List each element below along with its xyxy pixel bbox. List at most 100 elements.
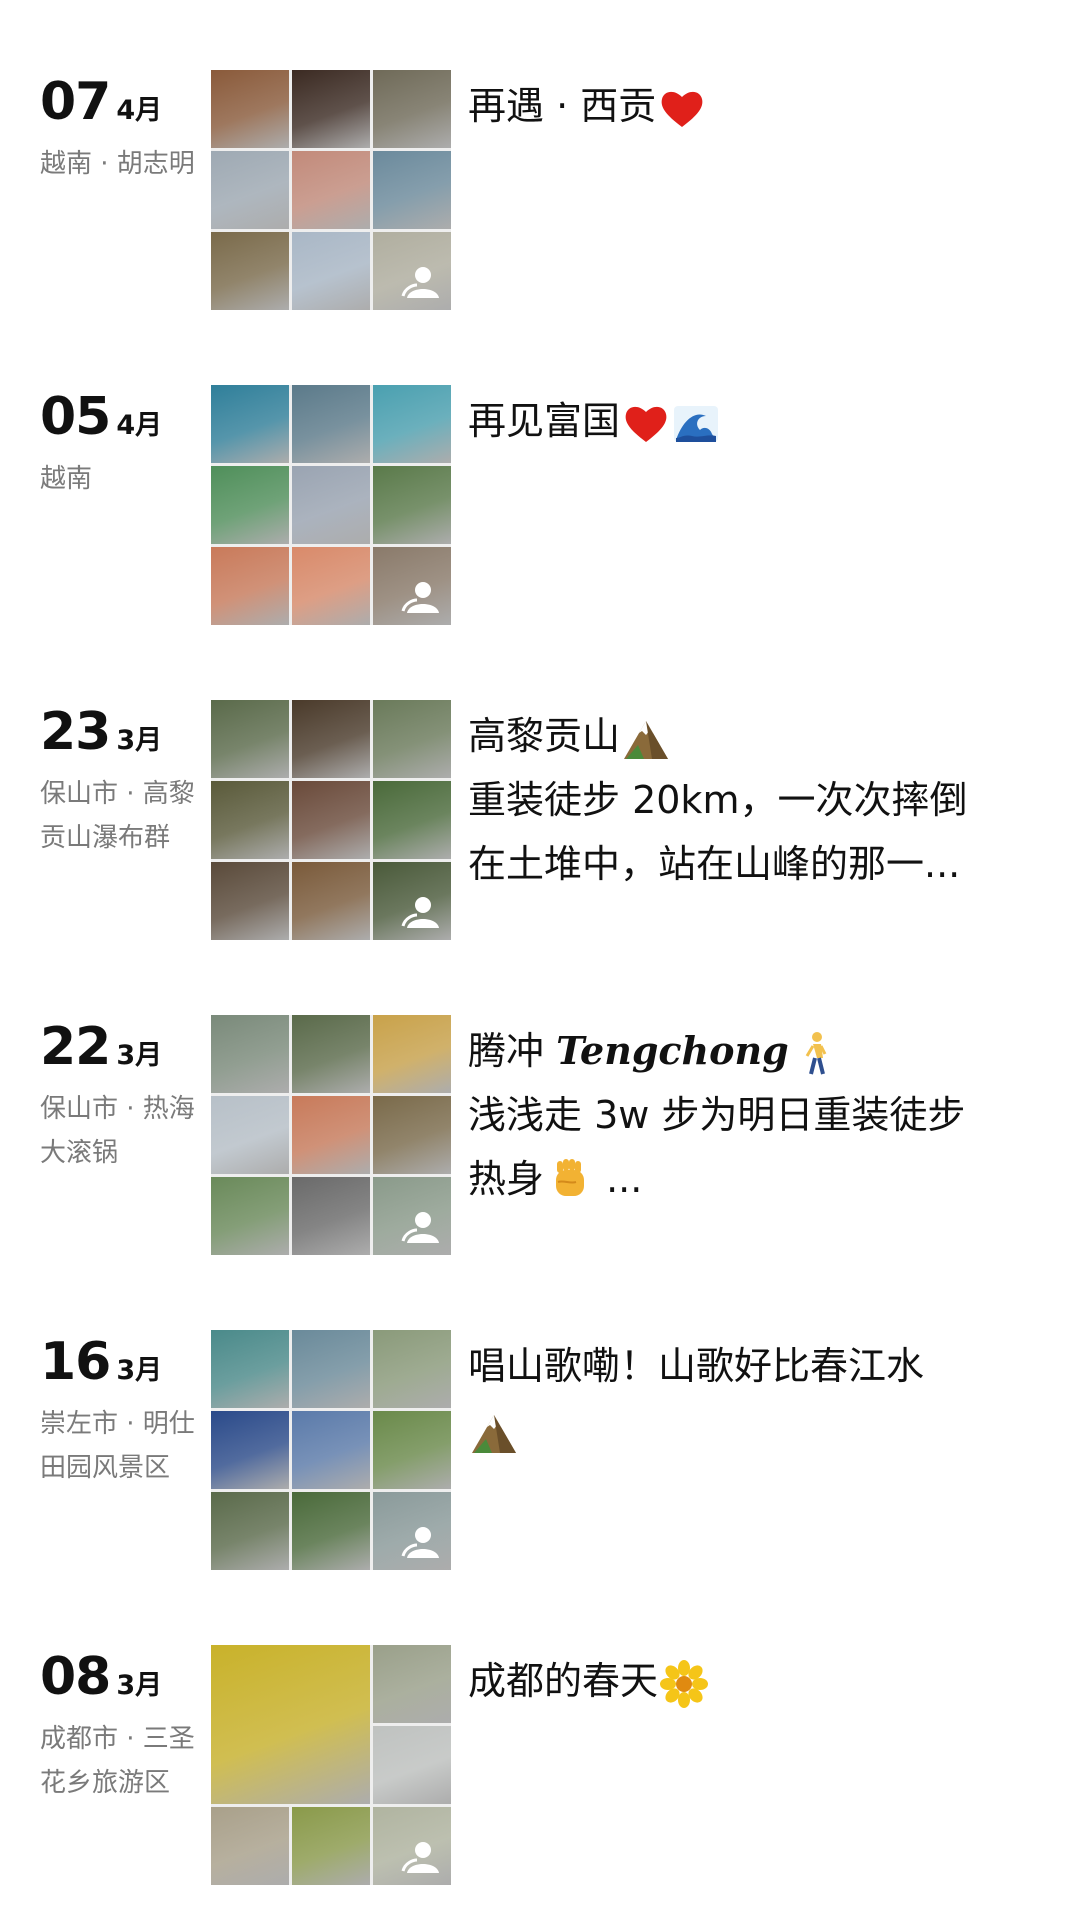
- photo-thumbnail[interactable]: [292, 781, 370, 859]
- photo-thumbnail[interactable]: [292, 70, 370, 148]
- photo-thumbnail[interactable]: [373, 385, 451, 463]
- photo-thumbnail[interactable]: [373, 1015, 451, 1093]
- caption-line: 再遇 · 西贡: [468, 74, 1028, 138]
- entry-location: 越南: [40, 464, 93, 494]
- photo-thumbnail[interactable]: [373, 547, 451, 625]
- photo-thumbnail[interactable]: [292, 700, 370, 778]
- photo-thumbnail[interactable]: [211, 232, 289, 310]
- photo-thumbnail[interactable]: [373, 1726, 451, 1804]
- photo-thumbnail[interactable]: [373, 781, 451, 859]
- photo-thumbnail[interactable]: [292, 151, 370, 229]
- photo-thumbnail[interactable]: [292, 232, 370, 310]
- caption-line: [468, 1398, 1028, 1462]
- entry-day: 05: [40, 387, 111, 447]
- caption-line: 成都的春天: [468, 1649, 1028, 1713]
- entry-caption: 腾冲 Tengchong 浅浅走 3w 步为明日重装徒步 热身 ...: [468, 1019, 1028, 1211]
- photo-grid[interactable]: [211, 1330, 451, 1570]
- moment-entry[interactable]: 05 4月 越南 再见富国: [0, 385, 1080, 625]
- photo-thumbnail[interactable]: [211, 547, 289, 625]
- photo-grid[interactable]: [211, 700, 451, 940]
- photo-thumbnail[interactable]: [373, 1096, 451, 1174]
- walking-person-icon: [805, 1031, 827, 1074]
- photo-thumbnail[interactable]: [373, 1411, 451, 1489]
- photo-thumbnail[interactable]: [211, 1015, 289, 1093]
- entry-month: 3月: [116, 725, 163, 756]
- entry-date: 16 3月 崇左市 · 明仕田园风景区: [40, 1330, 200, 1490]
- photo-thumbnail[interactable]: [211, 151, 289, 229]
- photo-thumbnail[interactable]: [373, 862, 451, 940]
- photo-thumbnail[interactable]: [373, 1492, 451, 1570]
- photo-grid[interactable]: [211, 70, 451, 310]
- caption-text: 热身: [468, 1157, 545, 1201]
- moments-album-feed: 07 4月 越南 · 胡志明 再遇 · 西贡 05 4月 越南 再见富国 23 …: [0, 0, 1080, 1920]
- photo-thumbnail[interactable]: [292, 1177, 370, 1255]
- moment-entry[interactable]: 23 3月 保山市 · 高黎贡山瀑布群 高黎贡山 重装徒步 20km，一次次摔倒 …: [0, 700, 1080, 940]
- caption-text: 再遇 · 西贡: [468, 84, 657, 128]
- entry-caption: 再遇 · 西贡: [468, 74, 1028, 138]
- photo-thumbnail[interactable]: [292, 1492, 370, 1570]
- caption-line: 再见富国: [468, 389, 1028, 453]
- photo-thumbnail[interactable]: [373, 232, 451, 310]
- photo-thumbnail[interactable]: [211, 1096, 289, 1174]
- photo-thumbnail[interactable]: [211, 385, 289, 463]
- caption-line: 唱山歌嘞！山歌好比春江水: [468, 1344, 925, 1388]
- photo-thumbnail[interactable]: [211, 466, 289, 544]
- sunflower-icon: [660, 1659, 709, 1708]
- photo-thumbnail[interactable]: [373, 1645, 451, 1723]
- moment-entry[interactable]: 22 3月 保山市 · 热海大滚锅 腾冲 Tengchong 浅浅走 3w 步为明…: [0, 1015, 1080, 1255]
- photo-thumbnail[interactable]: [211, 1807, 289, 1885]
- person-icon: [401, 897, 439, 928]
- person-icon: [401, 1527, 439, 1558]
- photo-thumbnail[interactable]: [292, 547, 370, 625]
- entry-day: 07: [40, 72, 111, 132]
- photo-grid[interactable]: [211, 385, 451, 625]
- caption-line: 高黎贡山: [468, 704, 1028, 768]
- entry-month: 3月: [116, 1040, 163, 1071]
- photo-thumbnail[interactable]: [373, 70, 451, 148]
- photo-thumbnail[interactable]: [373, 466, 451, 544]
- entry-caption: 唱山歌嘞！山歌好比春江水: [468, 1334, 1028, 1462]
- entry-month: 4月: [116, 95, 163, 126]
- moment-entry[interactable]: 16 3月 崇左市 · 明仕田园风景区 唱山歌嘞！山歌好比春江水: [0, 1330, 1080, 1570]
- person-icon: [401, 1212, 439, 1243]
- photo-thumbnail[interactable]: [373, 1807, 451, 1885]
- photo-thumbnail[interactable]: [292, 385, 370, 463]
- entry-location: 崇左市 · 明仕田园风景区: [40, 1409, 195, 1483]
- photo-thumbnail[interactable]: [211, 1492, 289, 1570]
- photo-thumbnail[interactable]: [292, 466, 370, 544]
- caption-line: 浅浅走 3w 步为明日重装徒步: [468, 1093, 966, 1137]
- photo-thumbnail[interactable]: [211, 70, 289, 148]
- caption-line: 热身 ...: [468, 1147, 1028, 1211]
- photo-thumbnail[interactable]: [292, 1096, 370, 1174]
- photo-thumbnail[interactable]: [211, 862, 289, 940]
- photo-thumbnail[interactable]: [211, 781, 289, 859]
- heart-icon: [625, 406, 667, 442]
- photo-thumbnail[interactable]: [373, 700, 451, 778]
- person-icon: [401, 267, 439, 298]
- photo-thumbnail[interactable]: [292, 1411, 370, 1489]
- caption-text: ...: [594, 1157, 643, 1201]
- caption-line: 重装徒步 20km，一次次摔倒: [468, 778, 968, 822]
- photo-grid[interactable]: [211, 1645, 451, 1885]
- entry-day: 22: [40, 1017, 111, 1077]
- photo-thumbnail[interactable]: [211, 1645, 370, 1804]
- photo-thumbnail[interactable]: [373, 1177, 451, 1255]
- moment-entry[interactable]: 07 4月 越南 · 胡志明 再遇 · 西贡: [0, 70, 1080, 310]
- photo-thumbnail[interactable]: [211, 1411, 289, 1489]
- moment-entry[interactable]: 08 3月 成都市 · 三圣花乡旅游区 成都的春天: [0, 1645, 1080, 1885]
- entry-caption: 高黎贡山 重装徒步 20km，一次次摔倒 在土堆中，站在山峰的那一...: [468, 704, 1028, 896]
- entry-caption: 成都的春天: [468, 1649, 1028, 1713]
- photo-thumbnail[interactable]: [292, 1807, 370, 1885]
- entry-month: 3月: [116, 1670, 163, 1701]
- photo-grid[interactable]: [211, 1015, 451, 1255]
- photo-thumbnail[interactable]: [292, 862, 370, 940]
- photo-thumbnail[interactable]: [211, 700, 289, 778]
- photo-thumbnail[interactable]: [292, 1015, 370, 1093]
- photo-thumbnail[interactable]: [211, 1177, 289, 1255]
- photo-thumbnail[interactable]: [373, 151, 451, 229]
- photo-thumbnail[interactable]: [211, 1330, 289, 1408]
- entry-date: 23 3月 保山市 · 高黎贡山瀑布群: [40, 700, 200, 860]
- entry-location: 保山市 · 热海大滚锅: [40, 1094, 195, 1168]
- photo-thumbnail[interactable]: [373, 1330, 451, 1408]
- photo-thumbnail[interactable]: [292, 1330, 370, 1408]
